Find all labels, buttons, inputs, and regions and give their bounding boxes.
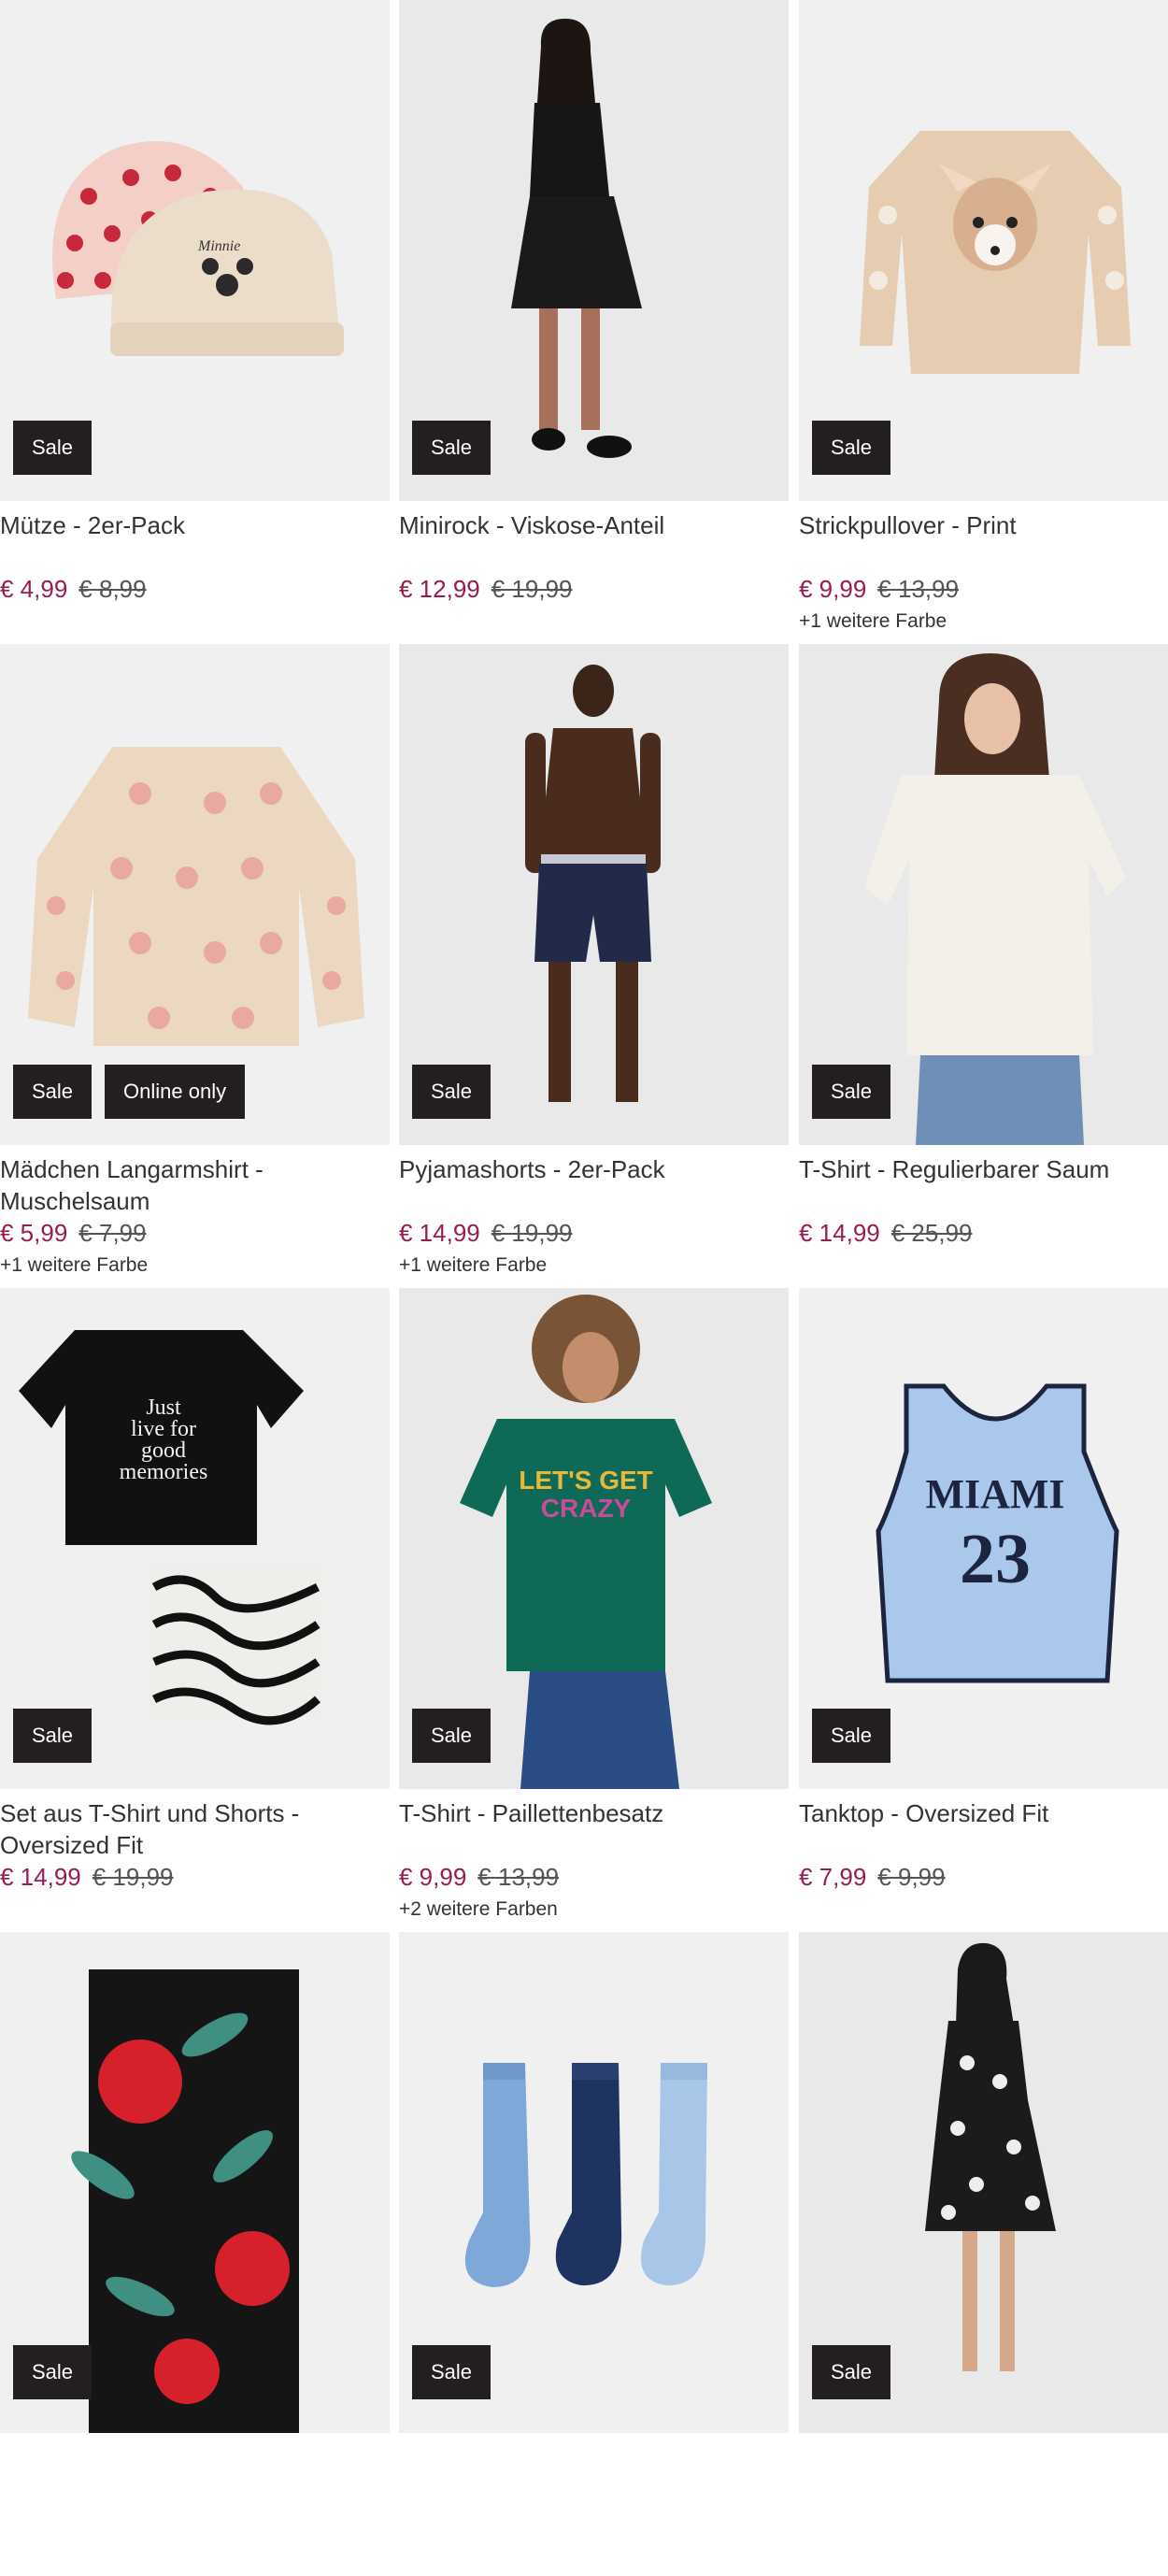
badge-row: Sale	[412, 1709, 491, 1763]
badge-row: Sale	[812, 1065, 891, 1119]
product-card[interactable]: Sale Minirock - Viskose-Anteil € 12,99 € …	[399, 0, 789, 644]
badge-row: Sale	[412, 421, 491, 475]
sale-price: € 14,99	[0, 1863, 81, 1891]
product-card[interactable]: Sale Strickpullover - Print € 9,99 € 13,9…	[799, 0, 1168, 644]
product-image[interactable]: Just live for good memories Sale	[0, 1288, 390, 1789]
product-card[interactable]: LET'S GET CRAZY Sale T-Shirt - Paillette…	[399, 1288, 789, 1932]
badge-row: Sale	[812, 1709, 891, 1763]
price-row: € 12,99 € 19,99	[399, 573, 789, 605]
badge-row: Sale	[812, 421, 891, 475]
sale-badge: Sale	[812, 1065, 891, 1119]
price-row: € 9,99 € 13,99	[799, 573, 1168, 605]
sale-price: € 5,99	[0, 1219, 68, 1247]
product-card[interactable]: Sale T-Shirt - Regulierbarer Saum € 14,9…	[799, 644, 1168, 1288]
sale-badge: Sale	[812, 2345, 891, 2399]
product-title[interactable]: Strickpullover - Print	[799, 509, 1168, 573]
online-only-badge: Online only	[105, 1065, 246, 1119]
product-title[interactable]: T-Shirt - Paillettenbesatz	[399, 1797, 789, 1861]
jersey-city-text: MIAMI	[925, 1471, 1064, 1517]
sale-price: € 14,99	[799, 1219, 880, 1247]
product-image[interactable]: Sale Online only	[0, 644, 390, 1145]
original-price: € 9,99	[877, 1863, 946, 1891]
product-title[interactable]: Mütze - 2er-Pack	[0, 509, 390, 573]
product-card[interactable]: Sale Pyjamashorts - 2er-Pack € 14,99 € 19…	[399, 644, 789, 1288]
original-price: € 25,99	[890, 1219, 973, 1247]
sale-badge: Sale	[13, 1065, 93, 1119]
price-row: € 5,99 € 7,99	[0, 1217, 390, 1249]
price-row: € 7,99 € 9,99	[799, 1861, 1168, 1893]
sale-badge: Sale	[412, 421, 491, 475]
more-colors-link[interactable]: +1 weitere Farbe	[0, 1252, 390, 1279]
badge-row: Sale	[13, 1709, 93, 1763]
original-price: € 8,99	[78, 575, 147, 603]
product-image[interactable]: Sale	[799, 0, 1168, 501]
product-title[interactable]: Mädchen Langarmshirt - Muschelsaum	[0, 1153, 390, 1217]
original-price: € 19,99	[92, 1863, 174, 1891]
original-price: € 13,99	[477, 1863, 560, 1891]
sale-price: € 4,99	[0, 575, 68, 603]
product-image[interactable]: Sale	[799, 1932, 1168, 2433]
original-price: € 13,99	[877, 575, 960, 603]
original-price: € 19,99	[491, 1219, 573, 1247]
product-title[interactable]: T-Shirt - Regulierbarer Saum	[799, 1153, 1168, 1217]
sale-badge: Sale	[13, 421, 93, 475]
badge-row: Sale	[412, 1065, 491, 1119]
sale-price: € 12,99	[399, 575, 480, 603]
product-card[interactable]: Sale	[799, 1932, 1168, 2576]
price-row: € 14,99 € 19,99	[399, 1217, 789, 1249]
sale-price: € 9,99	[399, 1863, 467, 1891]
sale-price: € 14,99	[399, 1219, 480, 1247]
sale-badge: Sale	[13, 1709, 93, 1763]
product-image[interactable]: Sale	[0, 1932, 390, 2433]
sale-badge: Sale	[812, 421, 891, 475]
badge-row: Sale	[812, 2345, 891, 2399]
product-card[interactable]: Minnie Sale Mütze - 2er-Pack € 4,99 € 8,9…	[0, 0, 390, 644]
sale-badge: Sale	[412, 1709, 491, 1763]
more-colors-link[interactable]: +1 weitere Farbe	[399, 1252, 789, 1279]
product-card[interactable]: Just live for good memories Sale Set aus…	[0, 1288, 390, 1932]
product-title[interactable]: Minirock - Viskose-Anteil	[399, 509, 789, 573]
product-image[interactable]: Sale	[399, 0, 789, 501]
original-price: € 7,99	[78, 1219, 147, 1247]
sale-badge: Sale	[412, 2345, 491, 2399]
badge-row: Sale	[412, 2345, 491, 2399]
price-row: € 14,99 € 19,99	[0, 1861, 390, 1893]
sale-price: € 7,99	[799, 1863, 867, 1891]
original-price: € 19,99	[491, 575, 573, 603]
product-title[interactable]: Set aus T-Shirt und Shorts - Oversized F…	[0, 1797, 390, 1861]
product-grid: Minnie Sale Mütze - 2er-Pack € 4,99 € 8,9…	[0, 0, 1168, 2433]
crazy-slogan-line: CRAZY	[541, 1494, 632, 1523]
product-image[interactable]: Sale	[399, 1932, 789, 2433]
crazy-slogan-line: LET'S GET	[519, 1466, 653, 1495]
product-title[interactable]: Tanktop - Oversized Fit	[799, 1797, 1168, 1861]
price-row: € 9,99 € 13,99	[399, 1861, 789, 1893]
product-card[interactable]: MIAMI 23 Sale Tanktop - Oversized Fit € …	[799, 1288, 1168, 1932]
sale-price: € 9,99	[799, 575, 867, 603]
product-image[interactable]: Minnie Sale	[0, 0, 390, 501]
more-colors-link[interactable]: +2 weitere Farben	[399, 1896, 789, 1923]
minnie-print-text: Minnie	[197, 238, 240, 254]
price-row: € 4,99 € 8,99	[0, 573, 390, 605]
product-title[interactable]: Pyjamashorts - 2er-Pack	[399, 1153, 789, 1217]
product-image[interactable]: Sale	[799, 644, 1168, 1145]
product-image[interactable]: MIAMI 23 Sale	[799, 1288, 1168, 1789]
sale-badge: Sale	[812, 1709, 891, 1763]
badge-row: Sale Online only	[13, 1065, 246, 1119]
price-row: € 14,99 € 25,99	[799, 1217, 1168, 1249]
badge-row: Sale	[13, 2345, 93, 2399]
sale-badge: Sale	[412, 1065, 491, 1119]
product-card[interactable]: Sale Online only Mädchen Langarmshirt - …	[0, 644, 390, 1288]
sale-badge: Sale	[13, 2345, 93, 2399]
jersey-number-text: 23	[960, 1520, 1031, 1598]
more-colors-link[interactable]: +1 weitere Farbe	[799, 608, 1168, 635]
product-image[interactable]: LET'S GET CRAZY Sale	[399, 1288, 789, 1789]
tee-slogan-line: memories	[120, 1460, 208, 1484]
product-card[interactable]: Sale	[399, 1932, 789, 2576]
product-card[interactable]: Sale	[0, 1932, 390, 2576]
badge-row: Sale	[13, 421, 93, 475]
product-image[interactable]: Sale	[399, 644, 789, 1145]
